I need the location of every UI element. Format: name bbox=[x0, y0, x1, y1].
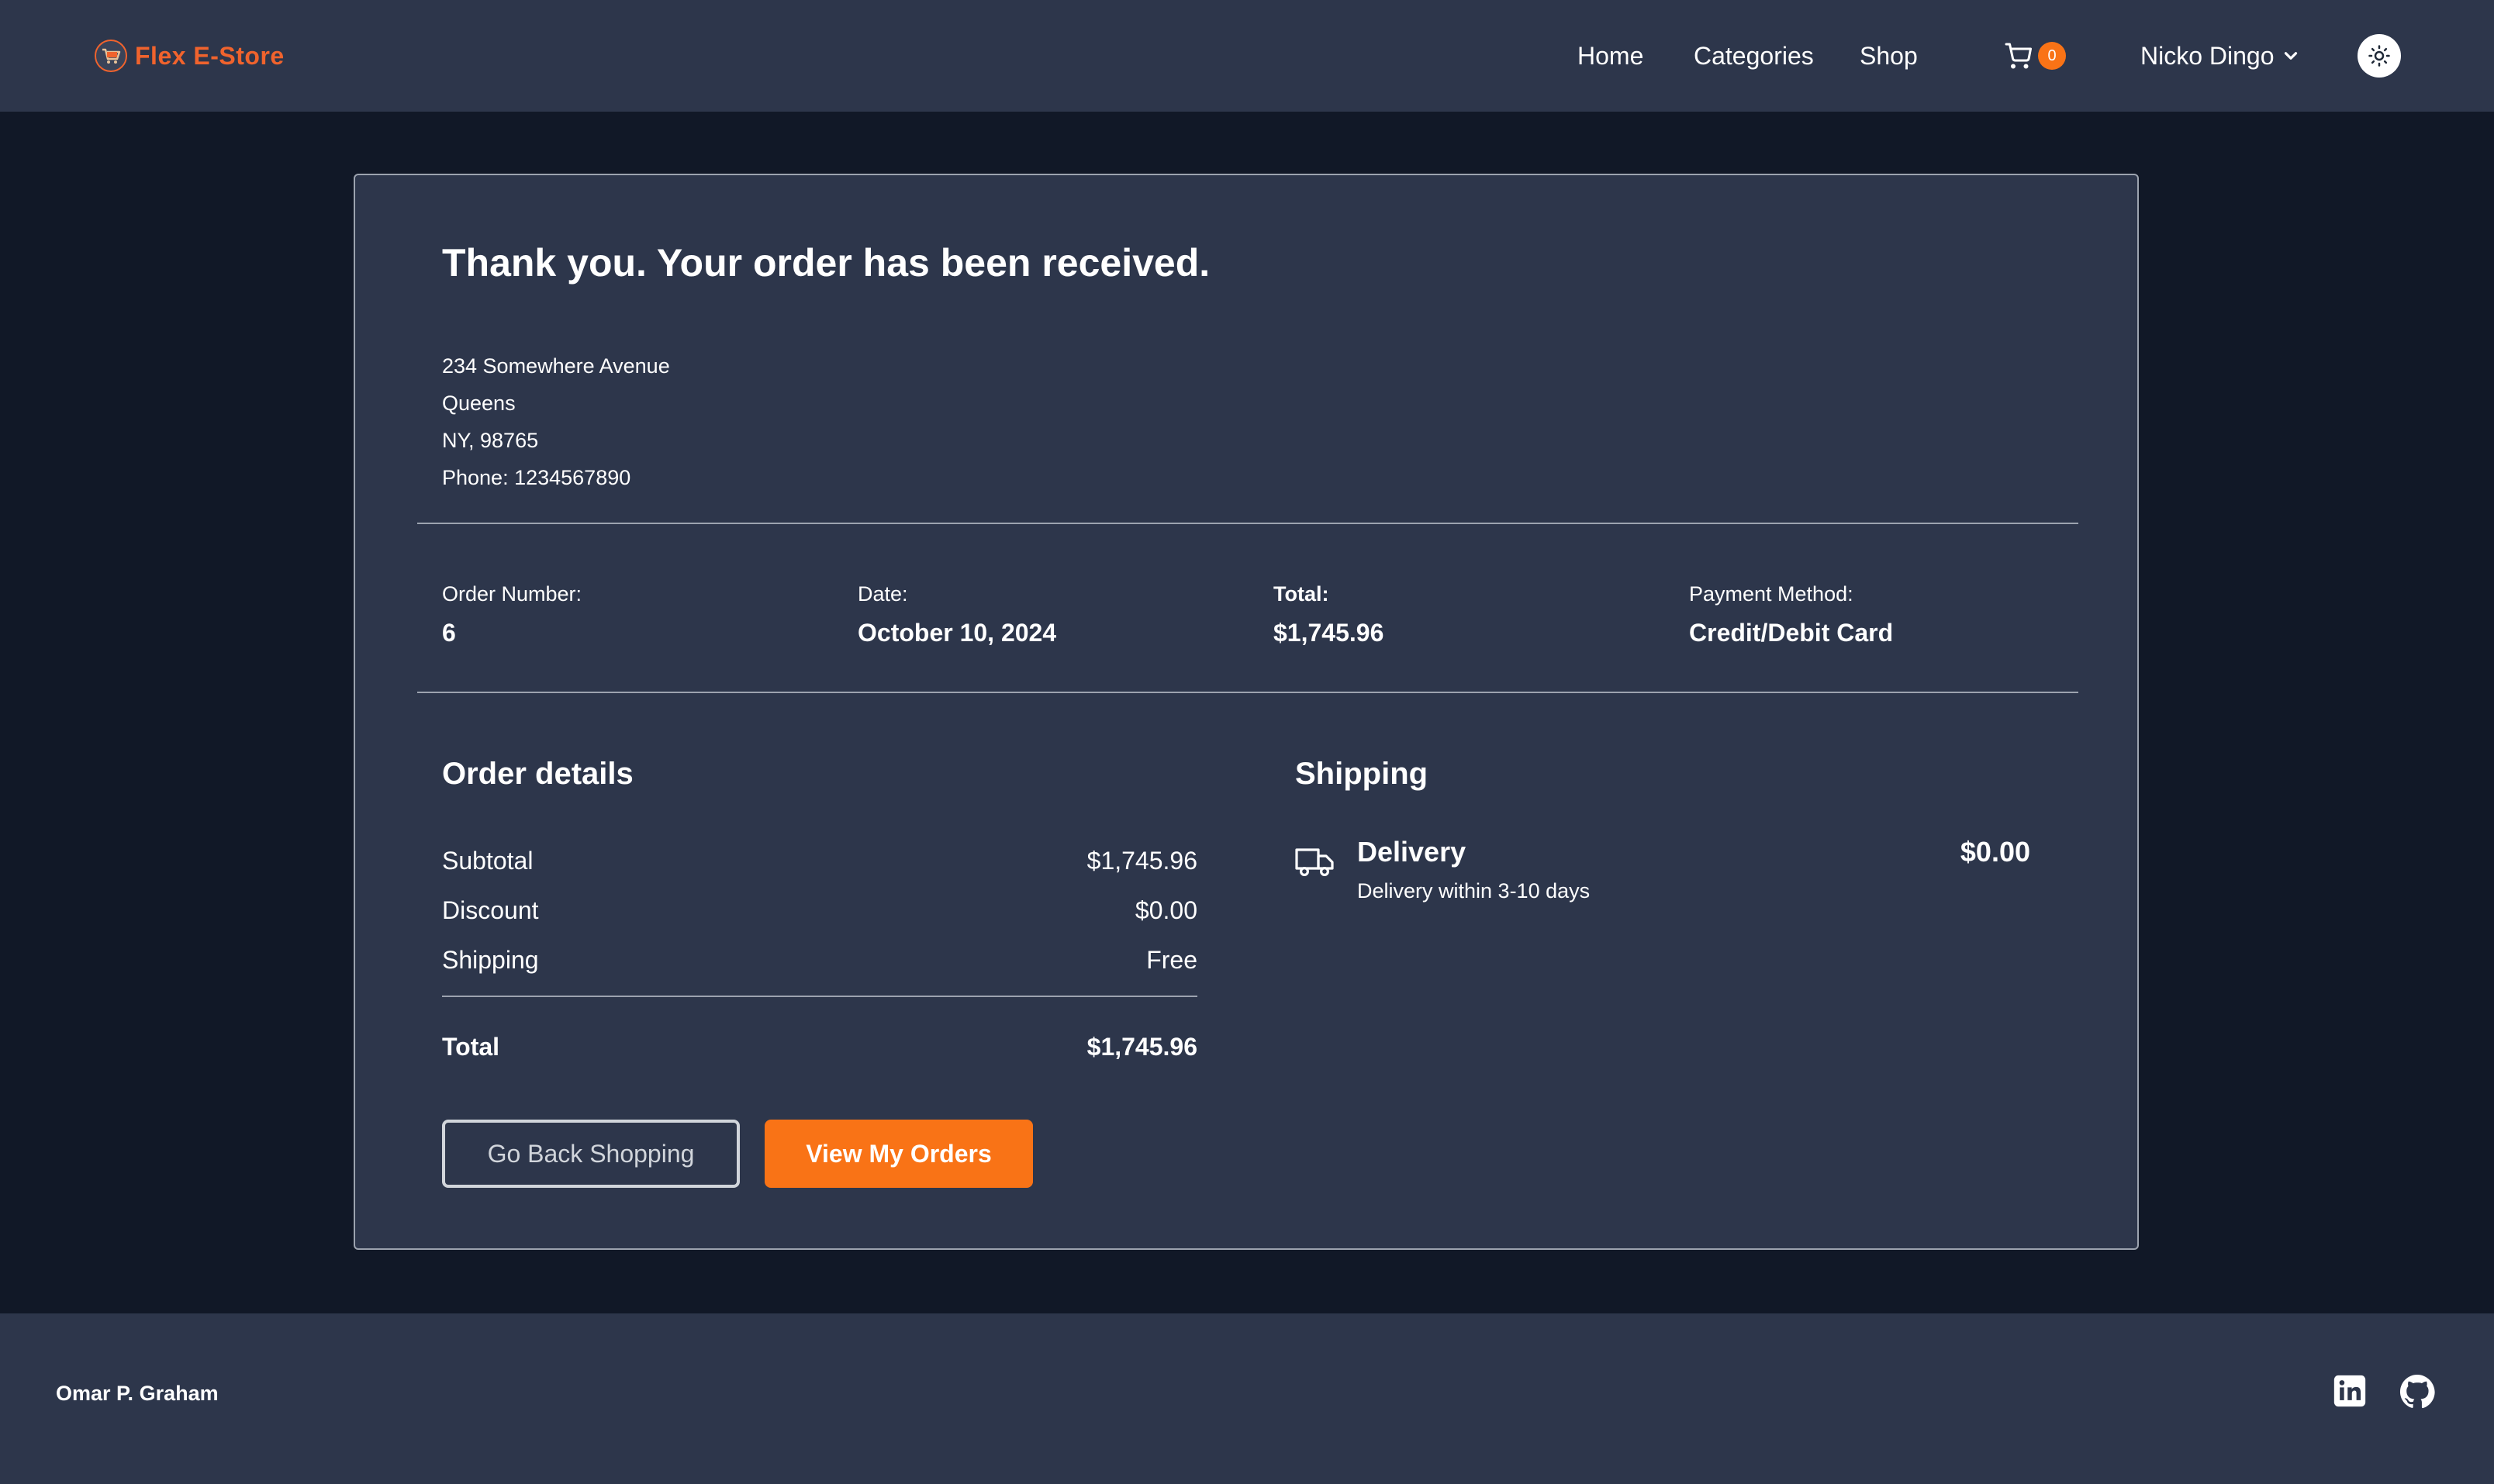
shipping-label: Shipping bbox=[442, 946, 539, 974]
order-details-title: Order details bbox=[442, 757, 634, 791]
linkedin-icon[interactable] bbox=[2333, 1374, 2367, 1408]
nav-categories[interactable]: Categories bbox=[1694, 39, 1814, 73]
order-total-value: $1,745.96 bbox=[1086, 1033, 1197, 1061]
payment-method-value: Credit/Debit Card bbox=[1689, 619, 1894, 647]
cart-icon bbox=[2005, 43, 2032, 69]
total-label: Total: bbox=[1273, 582, 1329, 606]
shipping-title: Shipping bbox=[1295, 757, 1428, 791]
user-menu[interactable]: Nicko Dingo bbox=[2140, 39, 2301, 73]
divider bbox=[442, 996, 1197, 997]
divider bbox=[417, 692, 2078, 693]
go-back-shopping-button[interactable]: Go Back Shopping bbox=[442, 1120, 740, 1188]
brand-name: Flex E-Store bbox=[135, 41, 285, 70]
discount-label: Discount bbox=[442, 896, 539, 924]
chevron-down-icon bbox=[2284, 52, 2297, 60]
subtotal-label: Subtotal bbox=[442, 847, 534, 875]
payment-method-block: Payment Method: Credit/Debit Card bbox=[1689, 578, 1893, 650]
footer-author: Omar P. Graham bbox=[56, 1382, 219, 1405]
order-confirmation-card: Thank you. Your order has been received.… bbox=[354, 174, 2139, 1250]
delivery-method-name: Delivery bbox=[1357, 836, 1466, 868]
delivery-price: $0.00 bbox=[1960, 836, 2030, 868]
nav-home[interactable]: Home bbox=[1577, 39, 1643, 73]
user-name: Nicko Dingo bbox=[2140, 41, 2275, 70]
sun-icon bbox=[2368, 45, 2390, 67]
discount-row: Discount $0.00 bbox=[442, 893, 1197, 927]
date-block: Date: October 10, 2024 bbox=[858, 578, 1056, 650]
shipping-value: Free bbox=[1146, 946, 1197, 974]
address-phone: Phone: 1234567890 bbox=[442, 466, 631, 489]
github-icon[interactable] bbox=[2399, 1374, 2435, 1410]
order-number-label: Order Number: bbox=[442, 582, 582, 606]
address-line-2: Queens bbox=[442, 392, 516, 415]
order-number-block: Order Number: 6 bbox=[442, 578, 582, 650]
payment-method-label: Payment Method: bbox=[1689, 582, 1853, 606]
discount-value: $0.00 bbox=[1135, 896, 1197, 924]
divider bbox=[417, 523, 2078, 524]
date-label: Date: bbox=[858, 582, 908, 606]
brand-logo[interactable]: Flex E-Store bbox=[95, 39, 285, 73]
date-value: October 10, 2024 bbox=[858, 619, 1057, 647]
top-navbar: Flex E-Store Home Categories Shop 0 Nick… bbox=[0, 0, 2494, 112]
total-value: $1,745.96 bbox=[1273, 619, 1384, 647]
footer: Omar P. Graham bbox=[0, 1313, 2494, 1484]
delivery-description: Delivery within 3-10 days bbox=[1357, 879, 1591, 902]
shipping-row: Shipping Free bbox=[442, 943, 1197, 977]
cart-button[interactable]: 0 bbox=[2004, 39, 2071, 73]
cart-logo-icon bbox=[95, 40, 127, 72]
order-total-row: Total $1,745.96 bbox=[442, 1030, 1197, 1064]
subtotal-value: $1,745.96 bbox=[1086, 847, 1197, 875]
order-total-label: Total bbox=[442, 1033, 500, 1061]
address-line-3: NY, 98765 bbox=[442, 429, 539, 452]
truck-icon bbox=[1295, 848, 1334, 877]
page-title: Thank you. Your order has been received. bbox=[442, 241, 1211, 285]
theme-toggle-button[interactable] bbox=[2358, 34, 2401, 78]
cart-count-badge: 0 bbox=[2038, 42, 2066, 70]
order-number-value: 6 bbox=[442, 619, 456, 647]
address-line-1: 234 Somewhere Avenue bbox=[442, 354, 670, 378]
subtotal-row: Subtotal $1,745.96 bbox=[442, 844, 1197, 878]
nav-shop[interactable]: Shop bbox=[1860, 39, 1918, 73]
shipping-address: 234 Somewhere Avenue Queens NY, 98765 Ph… bbox=[442, 347, 670, 496]
view-my-orders-button[interactable]: View My Orders bbox=[765, 1120, 1033, 1188]
total-block: Total: $1,745.96 bbox=[1273, 578, 1383, 650]
